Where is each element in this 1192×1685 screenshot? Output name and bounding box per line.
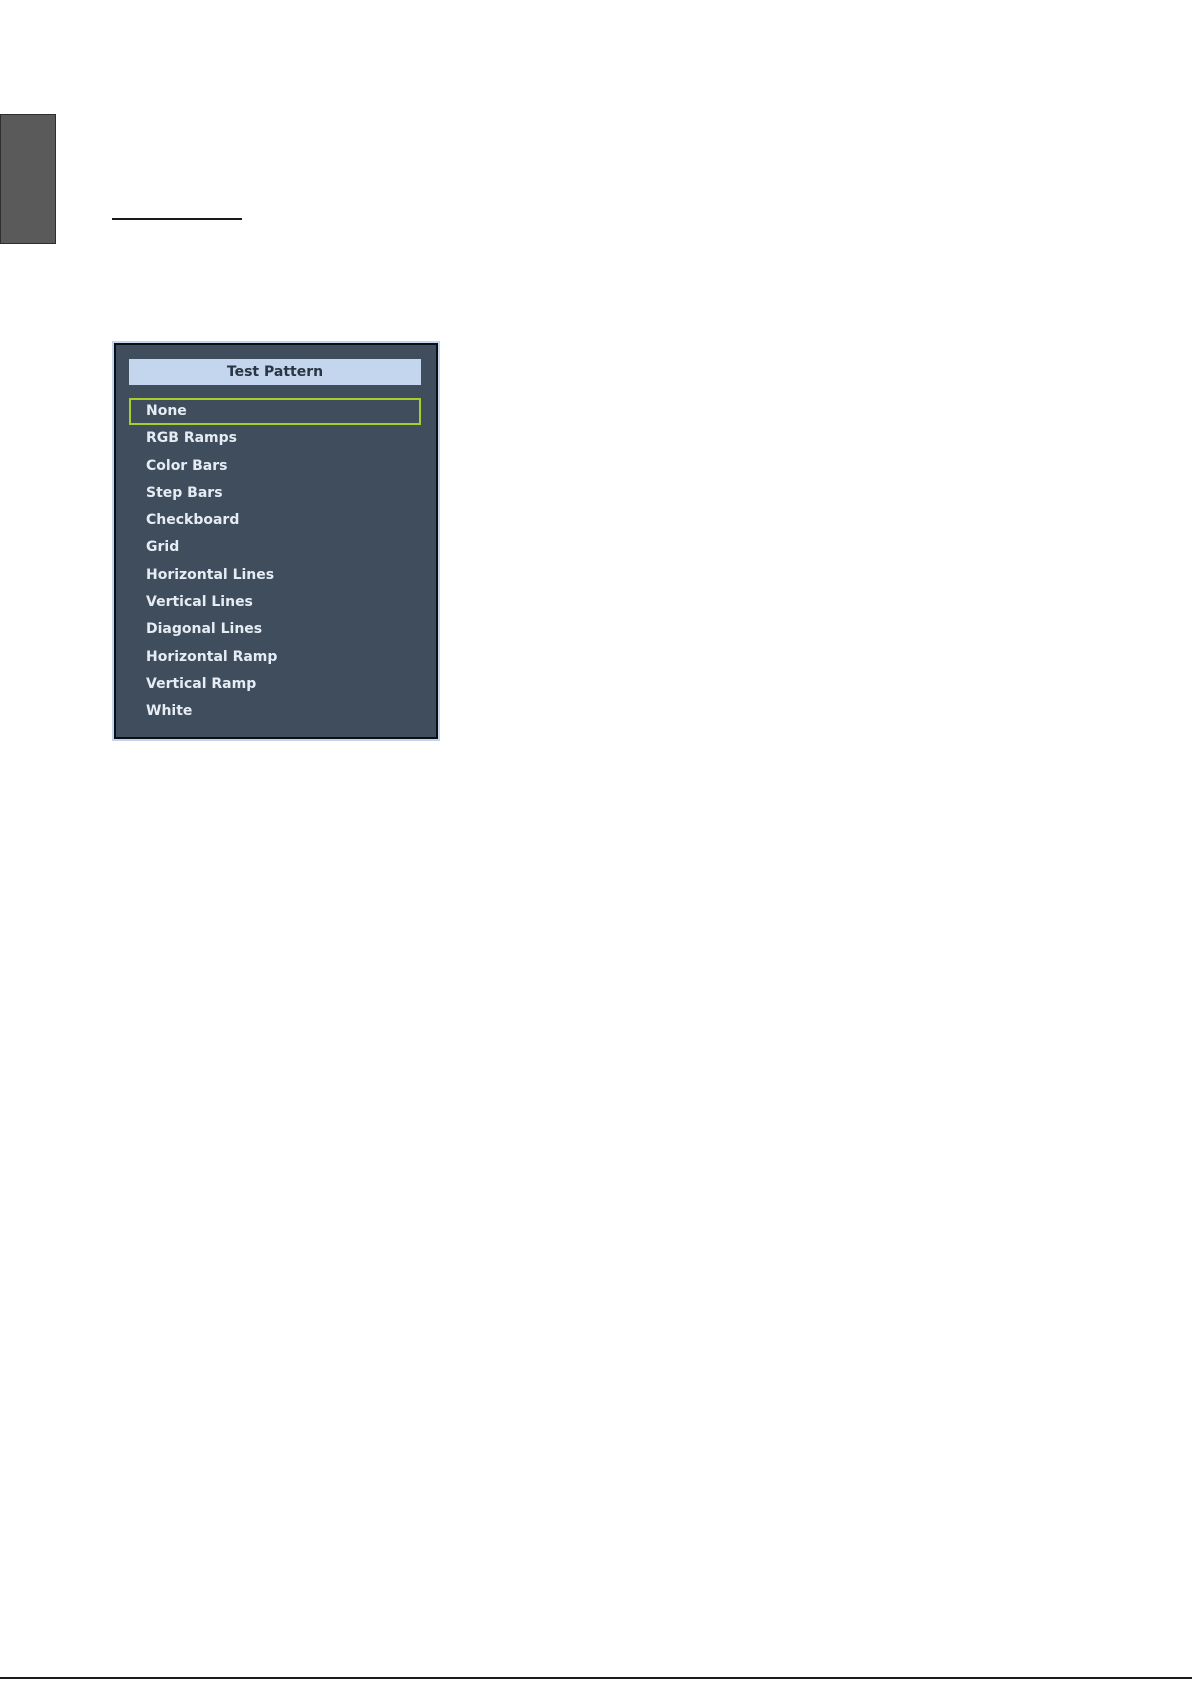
menu-item-horizontal-lines[interactable]: Horizontal Lines — [129, 562, 421, 589]
menu-item-white[interactable]: White — [129, 698, 421, 725]
test-pattern-menu: Test Pattern None RGB Ramps Color Bars S… — [112, 341, 440, 741]
menu-item-vertical-lines[interactable]: Vertical Lines — [129, 589, 421, 616]
menu-list: None RGB Ramps Color Bars Step Bars Chec… — [129, 398, 421, 726]
menu-item-grid[interactable]: Grid — [129, 534, 421, 561]
menu-item-none[interactable]: None — [129, 398, 421, 426]
chapter-side-tab — [0, 114, 56, 244]
menu-item-diagonal-lines[interactable]: Diagonal Lines — [129, 616, 421, 643]
menu-item-horizontal-ramp[interactable]: Horizontal Ramp — [129, 644, 421, 671]
menu-item-vertical-ramp[interactable]: Vertical Ramp — [129, 671, 421, 698]
menu-item-rgb-ramps[interactable]: RGB Ramps — [129, 425, 421, 452]
footer-rule — [0, 1677, 1192, 1679]
menu-title: Test Pattern — [129, 359, 421, 385]
menu-item-checkboard[interactable]: Checkboard — [129, 507, 421, 534]
heading-underline — [112, 218, 242, 220]
menu-item-color-bars[interactable]: Color Bars — [129, 453, 421, 480]
menu-item-step-bars[interactable]: Step Bars — [129, 480, 421, 507]
